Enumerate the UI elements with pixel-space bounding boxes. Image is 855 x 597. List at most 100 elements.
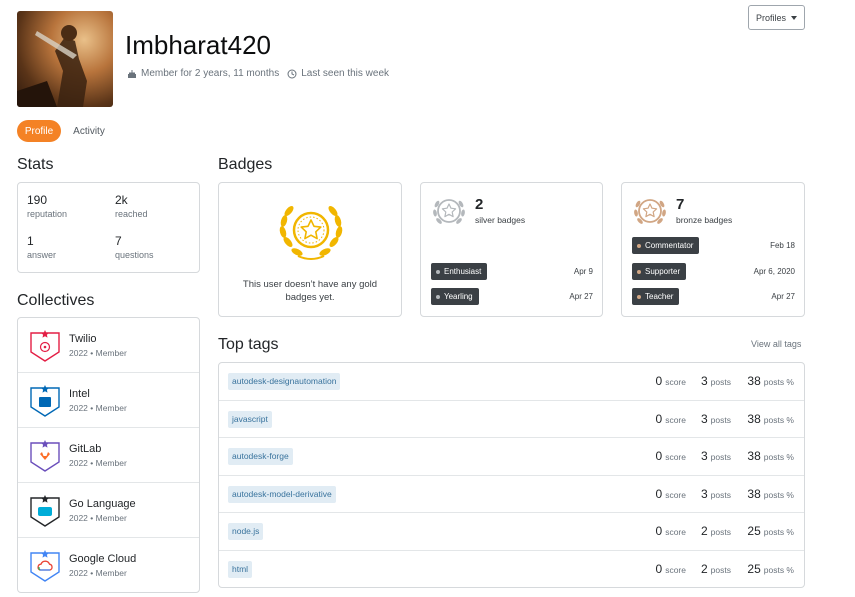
tag-score: 0 score bbox=[656, 449, 686, 463]
posts-label: posts bbox=[710, 452, 731, 462]
badge-date: Apr 9 bbox=[573, 267, 593, 276]
intel-icon bbox=[30, 385, 60, 417]
tab-activity[interactable]: Activity bbox=[66, 120, 112, 142]
stat-label: answer bbox=[27, 250, 57, 260]
silver-badge-icon bbox=[433, 199, 465, 224]
tag-posts-pct: 38 posts % bbox=[747, 374, 794, 388]
google-cloud-icon bbox=[30, 550, 60, 582]
tag-score: 0 score bbox=[656, 374, 686, 388]
posts-value: 2 bbox=[700, 524, 708, 538]
bronze-badge-icon bbox=[634, 199, 666, 224]
score-value: 0 bbox=[655, 374, 663, 388]
tag-row: javascript 0 score 3 posts 38 posts % bbox=[219, 401, 804, 438]
top-tags-heading: Top tags bbox=[218, 336, 279, 353]
tag-row: autodesk-forge 0 score 3 posts 38 posts % bbox=[219, 438, 804, 476]
badge-supporter[interactable]: Supporter bbox=[632, 263, 687, 280]
tag-link[interactable]: html bbox=[228, 560, 253, 578]
collective-membership: 2022 • Member bbox=[69, 458, 127, 468]
gold-badges-empty-text: This user doesn’t have any gold badges y… bbox=[242, 279, 378, 303]
tag-posts-pct: 25 posts % bbox=[747, 524, 794, 538]
posts-value: 3 bbox=[700, 411, 708, 426]
tag-link[interactable]: autodesk-forge bbox=[228, 448, 293, 465]
profiles-dropdown-button[interactable]: Profiles bbox=[748, 5, 805, 30]
badge-yearling[interactable]: Yearling bbox=[431, 288, 479, 305]
badge-commentator[interactable]: Commentator bbox=[632, 237, 700, 254]
pct-value: 38 bbox=[747, 411, 761, 426]
pct-value: 25 bbox=[747, 561, 761, 576]
score-label: score bbox=[665, 452, 686, 462]
silver-dot-icon bbox=[436, 269, 440, 274]
stat-value: 190 bbox=[27, 193, 48, 207]
stat-reputation: 190 reputation bbox=[27, 193, 67, 219]
gitlab-icon bbox=[30, 440, 60, 472]
stat-value: 2k bbox=[115, 193, 128, 207]
badge-row: Commentator Feb 18 bbox=[632, 237, 795, 254]
tag-row: node.js 0 score 2 posts 25 posts % bbox=[219, 513, 804, 551]
collective-name: Go Language bbox=[69, 498, 136, 510]
pct-label: posts % bbox=[763, 564, 794, 575]
tag-link[interactable]: autodesk-designautomation bbox=[228, 373, 341, 390]
tag-link[interactable]: node.js bbox=[228, 523, 264, 540]
user-meta: Member for 2 years, 11 months Last seen … bbox=[127, 68, 389, 79]
collectives-card: Twilio 2022 • Member Intel 2022 • Member… bbox=[17, 317, 200, 593]
badge-date: Apr 6, 2020 bbox=[753, 267, 795, 276]
avatar-image bbox=[17, 25, 87, 107]
score-value: 0 bbox=[655, 524, 663, 538]
collective-item-intel[interactable]: Intel 2022 • Member bbox=[18, 373, 199, 428]
collective-membership: 2022 • Member bbox=[69, 403, 127, 413]
badge-name: Teacher bbox=[645, 292, 674, 301]
posts-label: posts bbox=[710, 377, 731, 387]
badge-enthusiast[interactable]: Enthusiast bbox=[431, 263, 488, 280]
profiles-label: Profiles bbox=[755, 12, 786, 23]
tag-score: 0 score bbox=[656, 562, 686, 576]
tag-score: 0 score bbox=[656, 412, 686, 426]
badge-date: Apr 27 bbox=[569, 292, 593, 301]
posts-label: posts bbox=[710, 414, 731, 425]
score-value: 0 bbox=[655, 449, 663, 463]
gold-laurel-icon bbox=[279, 206, 343, 260]
badge-name: Supporter bbox=[645, 267, 681, 276]
gold-badges-card: This user doesn’t have any gold badges y… bbox=[218, 182, 402, 317]
badge-teacher[interactable]: Teacher bbox=[632, 288, 680, 305]
score-label: score bbox=[665, 564, 686, 575]
badge-row: Enthusiast Apr 9 bbox=[431, 263, 593, 280]
bronze-dot-icon bbox=[637, 243, 641, 248]
member-for-text: Member for 2 years, 11 months bbox=[141, 68, 280, 79]
bronze-dot-icon bbox=[637, 294, 641, 299]
view-all-tags-link[interactable]: View all tags bbox=[751, 339, 801, 349]
pct-label: posts % bbox=[763, 377, 794, 387]
tag-posts: 2 posts bbox=[701, 562, 731, 576]
tag-link[interactable]: autodesk-model-derivative bbox=[228, 485, 336, 503]
pct-value: 25 bbox=[747, 524, 761, 538]
badge-row: Teacher Apr 27 bbox=[632, 288, 795, 305]
tag-posts: 3 posts bbox=[701, 449, 731, 463]
stat-value: 1 bbox=[27, 234, 34, 248]
chevron-down-icon bbox=[791, 15, 797, 20]
collective-item-go[interactable]: Go Language 2022 • Member bbox=[18, 483, 199, 538]
tag-score: 0 score bbox=[656, 487, 686, 501]
tag-link[interactable]: javascript bbox=[228, 410, 272, 428]
pct-label: posts % bbox=[763, 489, 794, 500]
collective-item-google-cloud[interactable]: Google Cloud 2022 • Member bbox=[18, 538, 199, 593]
tag-posts-pct: 38 posts % bbox=[747, 449, 794, 463]
tag-score: 0 score bbox=[656, 524, 686, 538]
top-tags-card: autodesk-designautomation 0 score 3 posts … bbox=[218, 362, 805, 588]
posts-label: posts bbox=[710, 564, 731, 575]
collectives-heading: Collectives bbox=[17, 292, 95, 309]
collective-item-twilio[interactable]: Twilio 2022 • Member bbox=[18, 318, 199, 373]
tag-posts: 2 posts bbox=[701, 524, 731, 538]
badges-heading: Badges bbox=[218, 156, 273, 173]
tag-posts: 3 posts bbox=[701, 374, 731, 388]
silver-dot-icon bbox=[436, 294, 440, 299]
badge-name: Enthusiast bbox=[444, 267, 482, 276]
user-avatar[interactable] bbox=[17, 11, 113, 107]
collective-item-gitlab[interactable]: GitLab 2022 • Member bbox=[18, 428, 199, 483]
user-name: Imbharat420 bbox=[125, 30, 271, 60]
tag-row: autodesk-model-derivative 0 score 3 posts … bbox=[219, 476, 804, 513]
tab-profile[interactable]: Profile bbox=[17, 120, 61, 142]
score-value: 0 bbox=[655, 411, 663, 426]
tag-posts: 3 posts bbox=[701, 487, 731, 501]
badge-date: Feb 18 bbox=[770, 241, 795, 250]
badge-name: Commentator bbox=[645, 241, 694, 250]
pct-label: posts % bbox=[763, 527, 794, 537]
